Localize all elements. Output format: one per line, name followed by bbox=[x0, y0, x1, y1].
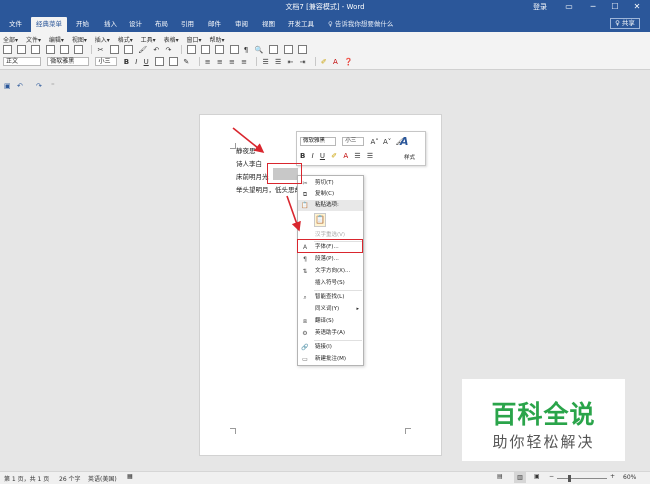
read-mode-icon[interactable]: ▤ bbox=[497, 473, 503, 480]
annotation-arrow-1 bbox=[232, 127, 265, 153]
page-count[interactable]: 第 1 页，共 1 页 bbox=[4, 474, 49, 483]
language-indicator[interactable]: 英语(美国) bbox=[88, 474, 117, 483]
web-layout-icon[interactable]: ▣ bbox=[534, 473, 540, 480]
watermark-title: 百科全说 bbox=[491, 400, 596, 429]
zoom-level[interactable]: 60% bbox=[623, 474, 636, 481]
word-count[interactable]: 26 个字 bbox=[59, 474, 81, 483]
watermark: 百科全说 助你轻松解决 bbox=[462, 379, 625, 461]
watermark-subtitle: 助你轻松解决 bbox=[492, 433, 595, 451]
annotation-arrow-2 bbox=[286, 195, 301, 232]
zoom-slider-thumb[interactable] bbox=[568, 475, 571, 482]
macro-record-icon[interactable]: ▦ bbox=[127, 473, 133, 480]
print-layout-icon[interactable]: ▥ bbox=[514, 472, 526, 483]
zoom-out-icon[interactable]: − bbox=[549, 473, 554, 480]
zoom-slider[interactable] bbox=[557, 478, 607, 479]
status-bar: 第 1 页，共 1 页 26 个字 英语(美国) ▦ ▤ ▥ ▣ − + 60% bbox=[0, 471, 650, 484]
zoom-in-icon[interactable]: + bbox=[610, 473, 615, 480]
